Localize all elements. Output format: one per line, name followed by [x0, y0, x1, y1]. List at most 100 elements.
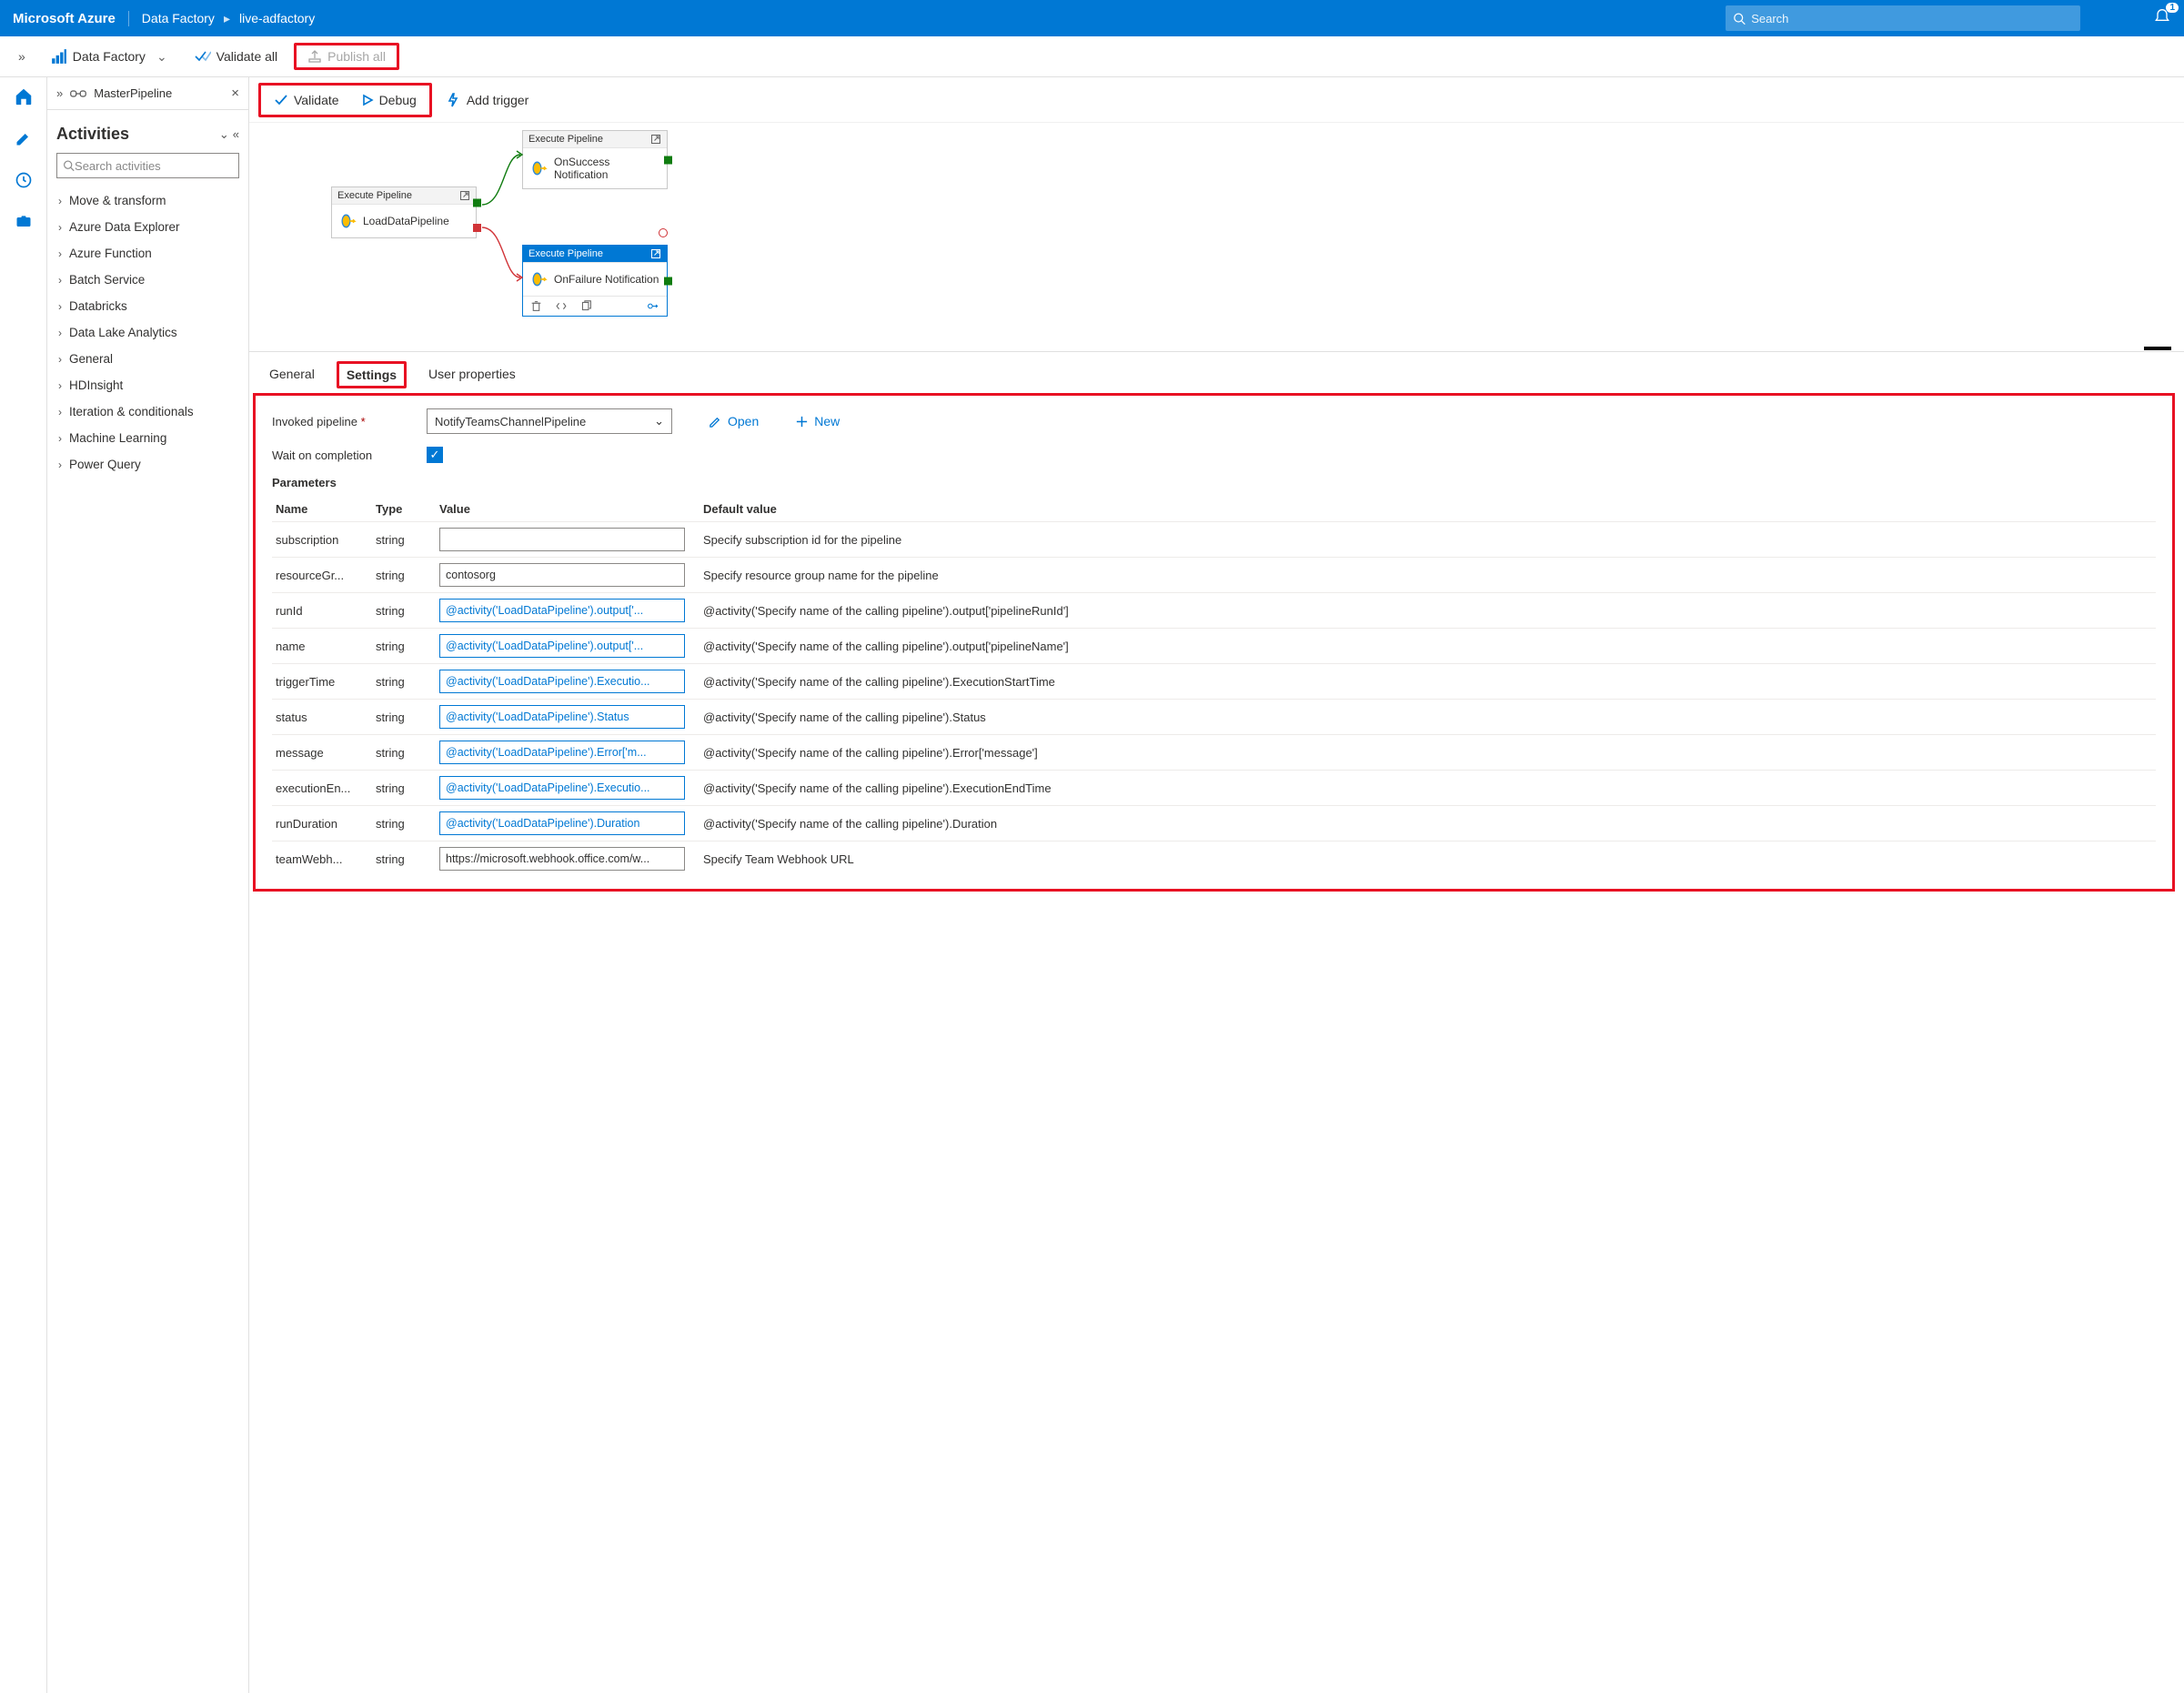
wait-on-completion-checkbox[interactable]: ✓: [427, 447, 443, 463]
table-row: statusstring@activity('LoadDataPipeline'…: [272, 699, 2156, 734]
param-default: Specify subscription id for the pipeline: [703, 533, 2152, 547]
activity-category[interactable]: ›Iteration & conditionals: [56, 398, 239, 425]
success-port[interactable]: [473, 198, 481, 207]
pipeline-tab: » MasterPipeline ×: [47, 77, 248, 110]
activity-category[interactable]: ›Machine Learning: [56, 425, 239, 451]
topbar: Microsoft Azure Data Factory ▸ live-adfa…: [0, 0, 2184, 36]
activity-category[interactable]: ›Azure Data Explorer: [56, 214, 239, 240]
activity-category[interactable]: ›Move & transform: [56, 187, 239, 214]
collapse-panel-icon[interactable]: «: [233, 127, 239, 142]
table-row: triggerTimestring@activity('LoadDataPipe…: [272, 663, 2156, 699]
col-value: Value: [439, 502, 703, 516]
resize-grip[interactable]: [2144, 347, 2171, 350]
global-search[interactable]: [1726, 5, 2080, 31]
category-label: Machine Learning: [69, 431, 166, 445]
validate-all-button[interactable]: Validate all: [184, 44, 288, 69]
expand-panel-icon[interactable]: »: [56, 86, 63, 100]
activities-search-input[interactable]: [75, 159, 233, 173]
activity-category[interactable]: ›HDInsight: [56, 372, 239, 398]
copy-icon[interactable]: [580, 300, 592, 312]
close-tab-icon[interactable]: ×: [231, 86, 239, 101]
activity-category[interactable]: ›Power Query: [56, 451, 239, 478]
search-icon: [63, 159, 75, 172]
failure-marker: [659, 228, 668, 237]
activity-category[interactable]: ›Batch Service: [56, 267, 239, 293]
code-icon[interactable]: [555, 300, 568, 312]
invoked-pipeline-dropdown[interactable]: NotifyTeamsChannelPipeline ⌄: [427, 408, 672, 434]
pipeline-canvas[interactable]: Execute Pipeline LoadDataPipeline Execut…: [249, 123, 2184, 352]
param-type: string: [376, 746, 439, 760]
property-tabs: General Settings User properties: [249, 352, 2184, 389]
param-type: string: [376, 533, 439, 547]
chevron-down-icon: ⌄: [654, 414, 664, 428]
success-port[interactable]: [664, 277, 672, 285]
node-load-data-pipeline[interactable]: Execute Pipeline LoadDataPipeline: [331, 186, 477, 238]
crumb-factory-name[interactable]: live-adfactory: [239, 11, 315, 25]
node-actions: [523, 296, 667, 316]
notifications-icon[interactable]: 1: [2153, 8, 2171, 29]
author-icon[interactable]: [14, 128, 34, 148]
manage-icon[interactable]: [14, 212, 34, 232]
tab-general[interactable]: General: [266, 361, 318, 388]
monitor-icon[interactable]: [14, 170, 34, 190]
table-row: namestring@activity('LoadDataPipeline').…: [272, 628, 2156, 663]
failure-port[interactable]: [473, 224, 481, 232]
param-value-input[interactable]: @activity('LoadDataPipeline').Error['m..…: [439, 741, 685, 764]
success-port[interactable]: [664, 156, 672, 164]
debug-button[interactable]: Debug: [350, 87, 428, 113]
param-name: runDuration: [276, 817, 376, 831]
chevron-right-icon: ›: [58, 406, 62, 418]
open-icon[interactable]: [459, 190, 470, 201]
activity-category[interactable]: ›General: [56, 346, 239, 372]
delete-icon[interactable]: [530, 300, 542, 312]
chevron-right-icon: ›: [58, 195, 62, 207]
param-name: message: [276, 746, 376, 760]
execute-pipeline-icon: [530, 270, 549, 288]
data-factory-dropdown[interactable]: Data Factory ⌄: [40, 43, 178, 70]
canvas-toolbar: Validate Debug Add trigger: [249, 77, 2184, 123]
param-value-input[interactable]: [439, 528, 685, 551]
node-onfailure-notification[interactable]: Execute Pipeline OnFailure Notification: [522, 245, 668, 317]
validate-all-icon: [195, 50, 211, 63]
crumb-data-factory[interactable]: Data Factory: [142, 11, 215, 25]
tab-user-properties[interactable]: User properties: [425, 361, 519, 388]
col-name: Name: [276, 502, 376, 516]
param-type: string: [376, 710, 439, 724]
plus-icon: [795, 415, 809, 428]
table-row: runIdstring@activity('LoadDataPipeline')…: [272, 592, 2156, 628]
activity-category[interactable]: › Azure Function: [56, 240, 239, 267]
category-label: Azure Function: [69, 247, 152, 260]
param-type: string: [376, 640, 439, 653]
open-pipeline-button[interactable]: Open: [709, 414, 759, 428]
open-icon[interactable]: [650, 134, 661, 145]
param-value-input[interactable]: @activity('LoadDataPipeline').Executio..…: [439, 670, 685, 693]
validate-button[interactable]: Validate: [263, 87, 350, 113]
activity-category[interactable]: ›Databricks: [56, 293, 239, 319]
add-dependency-icon[interactable]: [647, 300, 659, 312]
activity-category[interactable]: › Data Lake Analytics: [56, 319, 239, 346]
new-pipeline-button[interactable]: New: [795, 414, 840, 428]
node-onsuccess-notification[interactable]: Execute Pipeline OnSuccess Notification: [522, 130, 668, 189]
factory-icon: [51, 48, 67, 65]
chevron-right-icon: ›: [58, 327, 62, 339]
activities-search[interactable]: [56, 153, 239, 178]
wait-on-completion-label: Wait on completion: [272, 448, 427, 462]
home-icon[interactable]: [14, 86, 34, 106]
chevron-right-icon: ›: [58, 247, 62, 260]
play-icon: [361, 94, 374, 106]
global-search-input[interactable]: [1751, 12, 2073, 25]
expand-left-icon[interactable]: »: [9, 44, 35, 69]
param-value-input[interactable]: @activity('LoadDataPipeline').Status: [439, 705, 685, 729]
collapse-all-icon[interactable]: ⌄: [219, 127, 229, 142]
param-value-input[interactable]: @activity('LoadDataPipeline').output['..…: [439, 634, 685, 658]
publish-all-button[interactable]: Publish all: [294, 43, 399, 70]
open-icon[interactable]: [650, 248, 661, 259]
param-value-input[interactable]: @activity('LoadDataPipeline').Executio..…: [439, 776, 685, 800]
param-value-input[interactable]: @activity('LoadDataPipeline').output['..…: [439, 599, 685, 622]
add-trigger-button[interactable]: Add trigger: [436, 87, 539, 113]
param-value-input[interactable]: contosorg: [439, 563, 685, 587]
category-label: Data Lake Analytics: [69, 326, 177, 339]
param-value-input[interactable]: https://microsoft.webhook.office.com/w..…: [439, 847, 685, 871]
tab-settings[interactable]: Settings: [337, 361, 407, 388]
param-value-input[interactable]: @activity('LoadDataPipeline').Duration: [439, 811, 685, 835]
